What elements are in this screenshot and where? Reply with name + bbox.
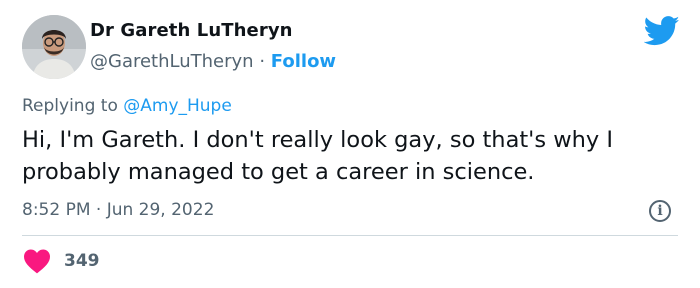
divider bbox=[22, 235, 678, 236]
replying-to-label: Replying to bbox=[22, 96, 118, 116]
author-handle[interactable]: @GarethLuTheryn bbox=[90, 51, 254, 72]
like-count: 349 bbox=[64, 251, 100, 271]
author-handle-row: @GarethLuTheryn · Follow bbox=[90, 51, 336, 72]
info-icon[interactable]: i bbox=[649, 200, 671, 222]
twitter-bird-icon[interactable] bbox=[644, 16, 680, 46]
author-name[interactable]: Dr Gareth LuTheryn bbox=[90, 20, 293, 41]
avatar[interactable] bbox=[22, 15, 86, 79]
tweet-card: Dr Gareth LuTheryn @GarethLuTheryn · Fol… bbox=[0, 0, 700, 288]
reply-mention-link[interactable]: @Amy_Hupe bbox=[123, 96, 232, 116]
follow-button[interactable]: Follow bbox=[271, 51, 336, 72]
handle-separator: · bbox=[259, 51, 266, 72]
replying-to: Replying to @Amy_Hupe bbox=[22, 96, 232, 116]
tweet-text: Hi, I'm Gareth. I don't really look gay,… bbox=[22, 127, 613, 185]
heart-icon[interactable] bbox=[22, 248, 52, 274]
tweet-timestamp[interactable]: 8:52 PM · Jun 29, 2022 bbox=[22, 200, 214, 220]
